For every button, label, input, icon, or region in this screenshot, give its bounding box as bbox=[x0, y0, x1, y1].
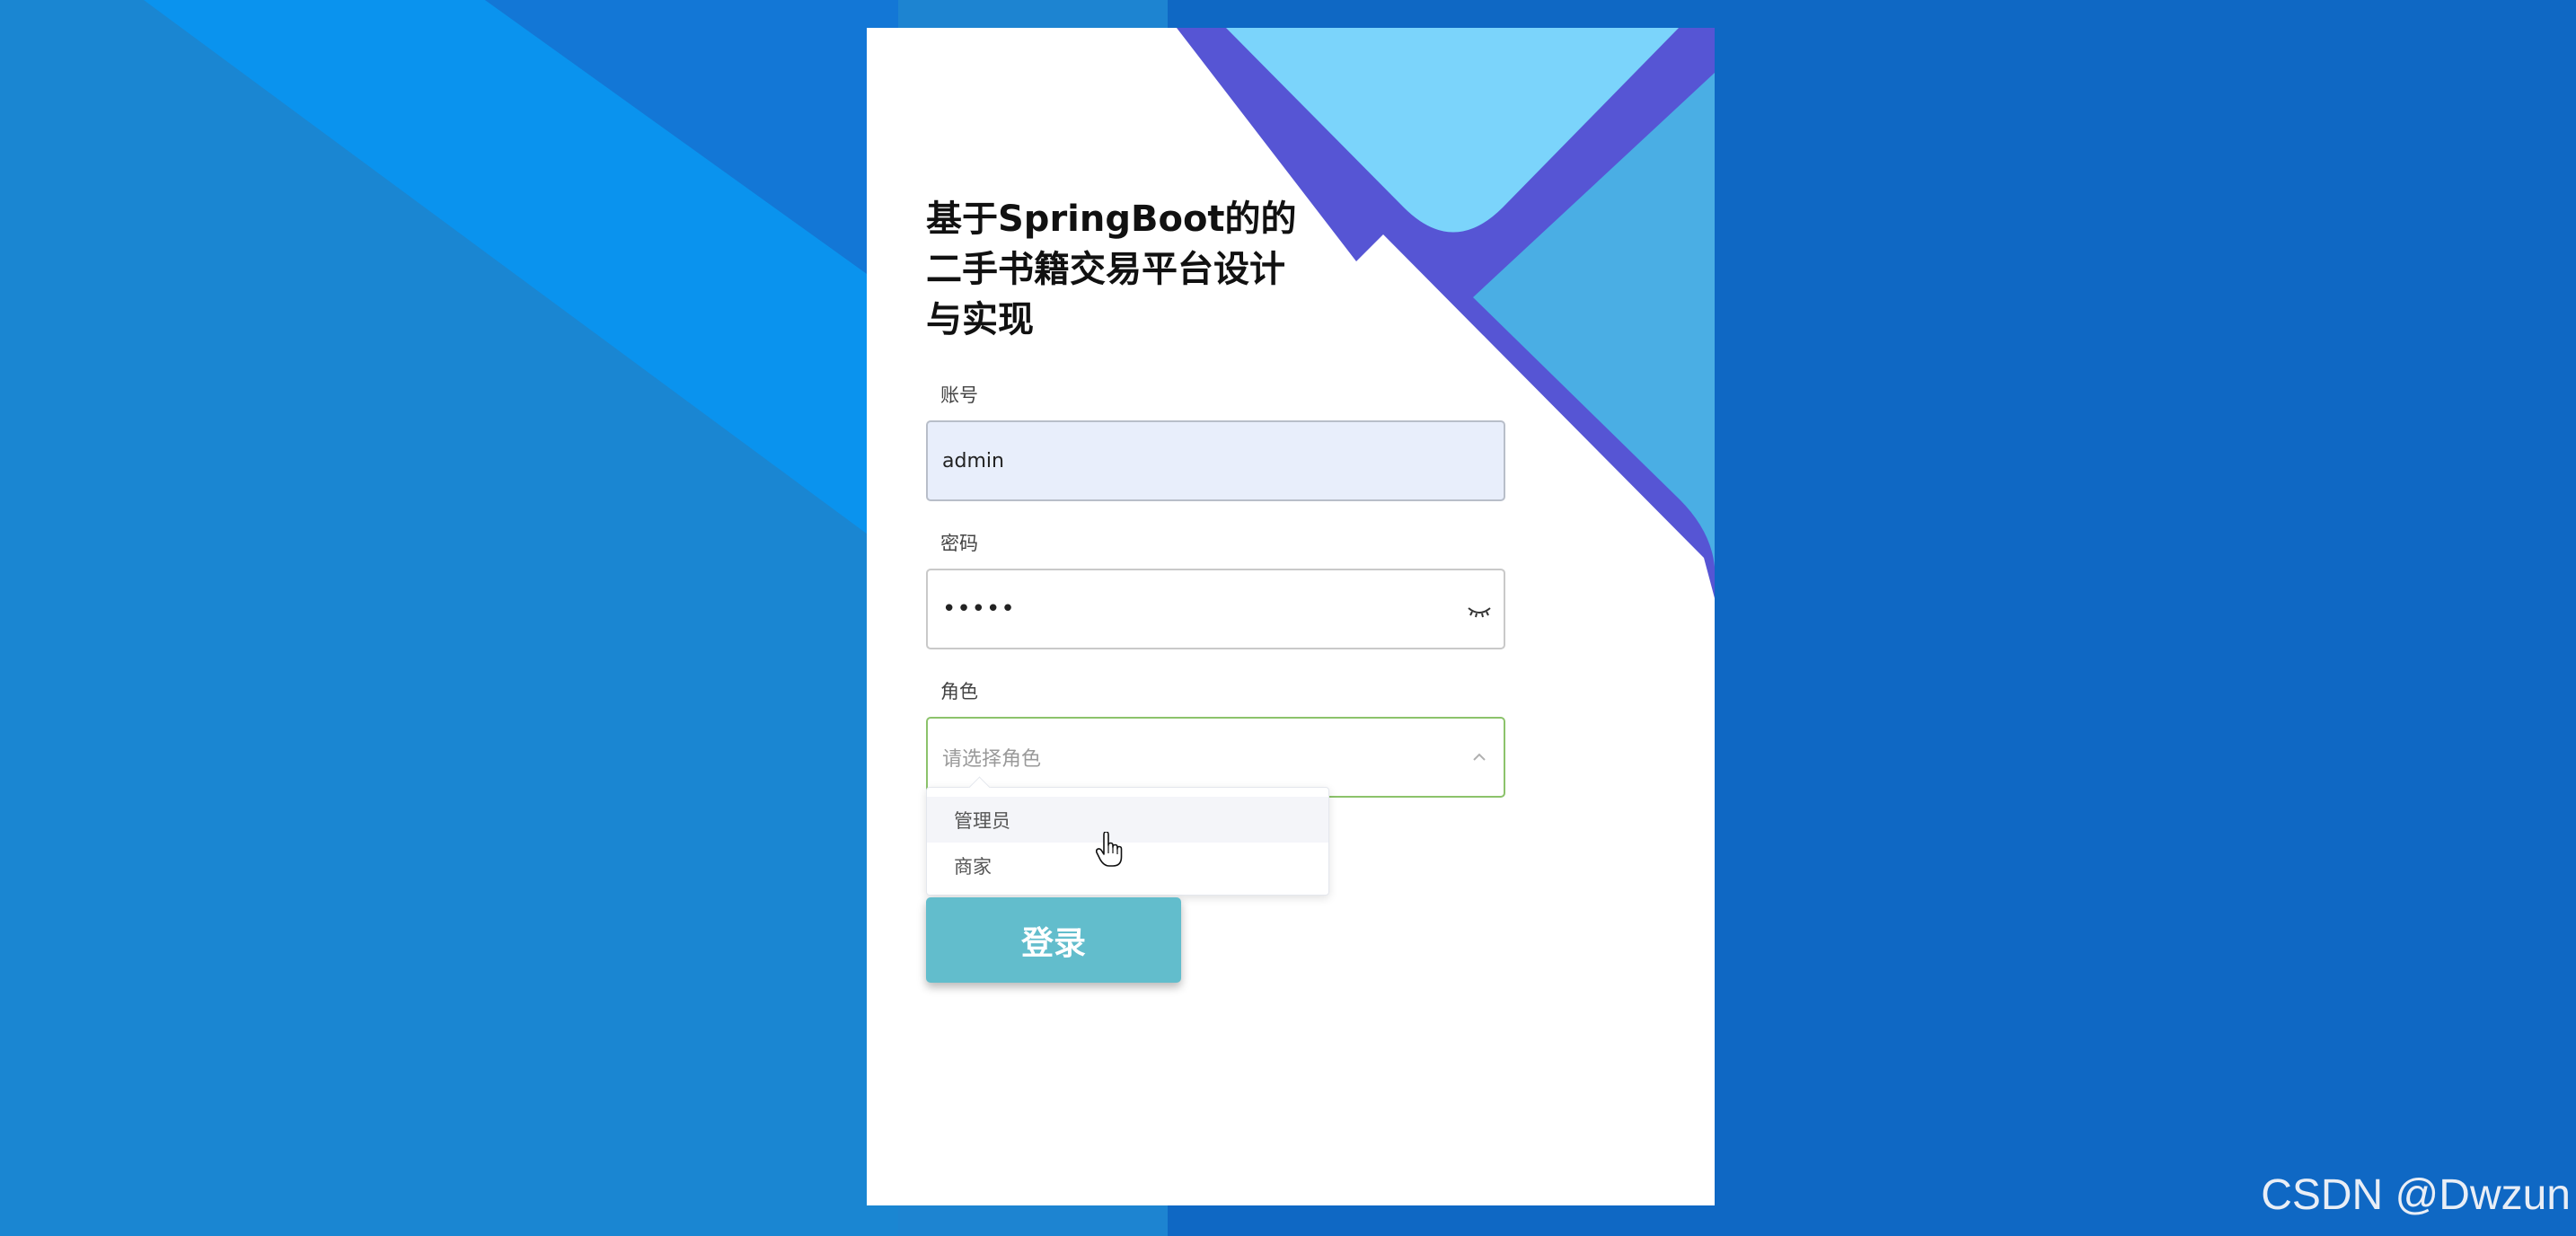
login-card: 基于SpringBoot的的 二手书籍交易平台设计 与实现 账号 admin 密… bbox=[867, 28, 1715, 1205]
login-button[interactable]: 登录 bbox=[926, 897, 1181, 983]
watermark: CSDN @Dwzun bbox=[2261, 1171, 2571, 1219]
account-label: 账号 bbox=[940, 384, 978, 406]
password-input[interactable]: ••••• bbox=[926, 569, 1505, 649]
password-value: ••••• bbox=[942, 596, 1016, 622]
password-label: 密码 bbox=[940, 533, 978, 554]
account-value: admin bbox=[942, 449, 1004, 472]
role-option-admin[interactable]: 管理员 bbox=[927, 797, 1328, 843]
role-label: 角色 bbox=[940, 681, 978, 702]
role-option-merchant[interactable]: 商家 bbox=[927, 843, 1328, 888]
eye-closed-icon[interactable] bbox=[1466, 597, 1493, 624]
chevron-up-icon bbox=[1473, 753, 1486, 761]
role-dropdown: 管理员 商家 bbox=[926, 776, 1329, 896]
account-input[interactable]: admin bbox=[926, 420, 1505, 501]
hand-pointer-icon bbox=[1096, 832, 1123, 867]
role-placeholder: 请选择角色 bbox=[942, 748, 1042, 771]
page-title: 基于SpringBoot的的 二手书籍交易平台设计 与实现 bbox=[926, 199, 1297, 340]
role-select[interactable]: 请选择角色 bbox=[926, 717, 1505, 798]
